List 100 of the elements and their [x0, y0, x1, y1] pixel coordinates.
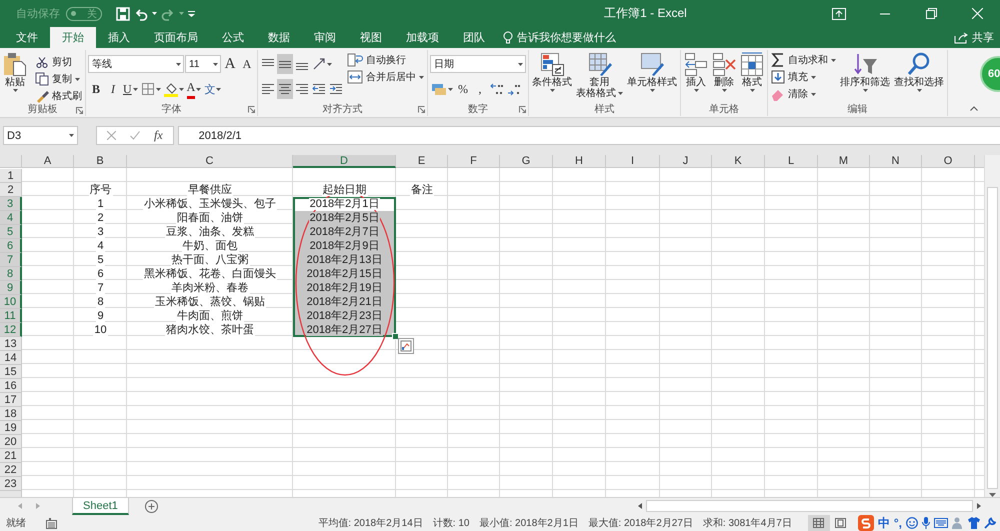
merge-center-button[interactable]: 合并后居中: [346, 69, 425, 85]
restore-icon[interactable]: [926, 8, 936, 19]
delete-button[interactable]: 删除: [711, 52, 737, 92]
row-header[interactable]: 6: [0, 239, 22, 253]
quick-analysis-icon[interactable]: [398, 338, 414, 354]
row-header[interactable]: 14: [0, 351, 22, 365]
find-select-button[interactable]: 查找和选择: [893, 52, 945, 92]
insert-button[interactable]: 插入: [683, 52, 709, 92]
name-box[interactable]: D3: [3, 126, 78, 145]
scrollbar-thumb[interactable]: [646, 500, 973, 512]
table-cell[interactable]: 6: [74, 267, 127, 281]
clear-button[interactable]: 清除: [770, 86, 837, 102]
sheet-tab[interactable]: Sheet1: [72, 498, 129, 515]
column-header[interactable]: B: [74, 155, 127, 168]
table-cell[interactable]: 10: [74, 323, 127, 337]
column-header[interactable]: J: [660, 155, 712, 168]
shrink-font-button[interactable]: A: [239, 54, 255, 74]
row-header[interactable]: 23: [0, 477, 22, 491]
dialog-launcher-icon[interactable]: [418, 106, 425, 113]
table-cell[interactable]: 羊肉米粉、春卷: [127, 281, 293, 295]
ribbon-display-icon[interactable]: [832, 8, 846, 20]
table-cell[interactable]: 7: [74, 281, 127, 295]
ribbon-tab[interactable]: 页面布局: [142, 27, 210, 48]
ribbon-tab[interactable]: 开始: [50, 27, 96, 48]
shirt-icon[interactable]: [968, 517, 980, 529]
row-header[interactable]: 21: [0, 449, 22, 463]
comma-style-button[interactable]: ,: [472, 79, 488, 99]
table-cell[interactable]: 2018年2月21日: [293, 295, 396, 309]
column-header[interactable]: L: [765, 155, 818, 168]
column-header[interactable]: I: [606, 155, 660, 168]
sort-filter-button[interactable]: 排序和筛选: [839, 52, 891, 92]
percent-button[interactable]: %: [455, 79, 471, 99]
row-header[interactable]: 12: [0, 323, 22, 337]
align-center-button[interactable]: [277, 79, 293, 99]
column-header[interactable]: C: [127, 155, 293, 168]
table-cell[interactable]: 豆浆、油条、发糕: [127, 225, 293, 239]
column-header[interactable]: K: [712, 155, 765, 168]
table-cell[interactable]: 9: [74, 309, 127, 323]
column-header[interactable]: A: [22, 155, 74, 168]
table-cell[interactable]: 2018年2月1日: [293, 197, 396, 211]
share-button[interactable]: 共享: [972, 30, 994, 45]
format-button[interactable]: 格式: [739, 52, 765, 92]
copy-button[interactable]: 复制: [34, 71, 83, 87]
column-header[interactable]: E: [396, 155, 448, 168]
row-header[interactable]: 1: [0, 169, 22, 183]
row-header[interactable]: 8: [0, 267, 22, 281]
ribbon-tab[interactable]: 插入: [96, 27, 142, 48]
row-header[interactable]: 16: [0, 379, 22, 393]
row-header[interactable]: 19: [0, 421, 22, 435]
formula-field[interactable]: 2018/2/1: [178, 126, 1000, 145]
ribbon-tab[interactable]: 视图: [348, 27, 394, 48]
macro-record-icon[interactable]: [46, 518, 57, 528]
minimize-icon[interactable]: [880, 12, 890, 14]
phonetic-button[interactable]: 文: [203, 79, 222, 99]
table-cell[interactable]: 2018年2月27日: [293, 323, 396, 337]
bold-button[interactable]: B: [88, 79, 104, 99]
paste-button[interactable]: 粘贴: [2, 52, 28, 92]
table-cell[interactable]: 阳春面、油饼: [127, 211, 293, 225]
wrap-text-button[interactable]: 自动换行: [346, 52, 425, 68]
ribbon-tab[interactable]: 团队: [451, 27, 497, 48]
column-header[interactable]: F: [448, 155, 500, 168]
row-header[interactable]: 9: [0, 281, 22, 295]
ribbon-tab[interactable]: 文件: [4, 27, 50, 48]
format-painter-button[interactable]: 格式刷: [34, 88, 83, 104]
row-header[interactable]: 10: [0, 295, 22, 309]
underline-button[interactable]: U: [122, 79, 139, 99]
row-header[interactable]: 17: [0, 393, 22, 407]
wrench-icon[interactable]: [984, 517, 996, 529]
insert-function-button[interactable]: fx: [154, 128, 163, 143]
add-sheet-icon[interactable]: [144, 500, 158, 513]
smiley-icon[interactable]: [906, 517, 918, 529]
table-cell[interactable]: 2018年2月23日: [293, 309, 396, 323]
row-header[interactable]: 13: [0, 337, 22, 351]
table-cell[interactable]: 热干面、八宝粥: [127, 253, 293, 267]
dialog-launcher-icon[interactable]: [248, 106, 255, 113]
check-icon[interactable]: [130, 131, 140, 140]
fill-handle[interactable]: [392, 333, 399, 340]
vertical-scrollbar[interactable]: [984, 155, 1000, 497]
column-header[interactable]: G: [500, 155, 553, 168]
microphone-icon[interactable]: [922, 517, 930, 529]
table-cell[interactable]: 8: [74, 295, 127, 309]
row-header[interactable]: 15: [0, 365, 22, 379]
row-header[interactable]: 2: [0, 183, 22, 197]
table-cell[interactable]: 3: [74, 225, 127, 239]
column-header[interactable]: H: [553, 155, 606, 168]
autosum-button[interactable]: 自动求和: [770, 52, 837, 68]
row-header[interactable]: 18: [0, 407, 22, 421]
table-cell[interactable]: 2018年2月7日: [293, 225, 396, 239]
table-cell[interactable]: 猪肉水饺、茶叶蛋: [127, 323, 293, 337]
table-cell[interactable]: 1: [74, 197, 127, 211]
conditional-format-button[interactable]: 条件格式: [531, 52, 573, 92]
column-header[interactable]: N: [870, 155, 922, 168]
ribbon-tab[interactable]: 公式: [210, 27, 256, 48]
collapse-ribbon-icon[interactable]: [970, 106, 978, 111]
ribbon-tab[interactable]: 审阅: [302, 27, 348, 48]
fill-button[interactable]: 填充: [770, 69, 837, 85]
row-header[interactable]: 3: [0, 197, 22, 211]
row-header[interactable]: 22: [0, 463, 22, 477]
table-cell[interactable]: 序号: [74, 183, 127, 197]
table-cell[interactable]: 2018年2月9日: [293, 239, 396, 253]
